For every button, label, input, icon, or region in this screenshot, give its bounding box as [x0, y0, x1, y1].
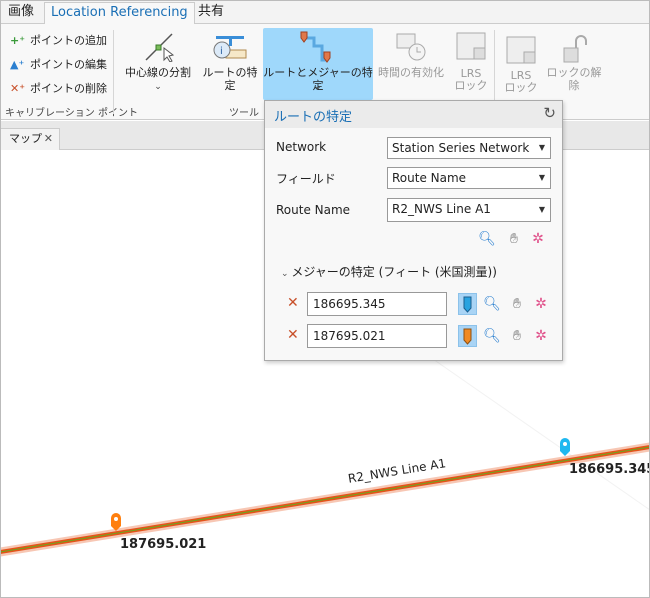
ribbon-tabs: 画像 Location Referencing 共有 [0, 0, 650, 24]
delete-point-button[interactable]: ✕⁺ ポイントの削除 [10, 80, 107, 98]
field-value: Route Name [392, 171, 467, 185]
flash-icon[interactable]: ✲ [529, 230, 547, 248]
enable-time-icon [396, 33, 426, 61]
identify-route-button[interactable]: i ルートの特定 [198, 28, 262, 98]
close-icon[interactable]: ✕ [44, 129, 53, 149]
identify-route-icon: i [213, 36, 247, 59]
svg-text:i: i [220, 46, 223, 57]
pick-measure-button[interactable] [458, 293, 477, 315]
blue-pin-icon [463, 296, 472, 313]
point-label-end: 187695.021 [120, 537, 207, 552]
pan-to-icon[interactable]: ✋︎ [508, 295, 526, 313]
network-label: Network [276, 140, 327, 154]
panel-header: ルートの特定 ↻ [265, 101, 562, 128]
pick-measure-button[interactable] [458, 325, 477, 347]
identify-route-measure-button[interactable]: ルートとメジャーの特定 ⌄ [263, 28, 373, 100]
delete-point-icon: ✕⁺ [10, 82, 26, 95]
route-name-label: Route Name [276, 203, 351, 217]
refresh-icon[interactable]: ↻ [543, 104, 556, 122]
enable-time-button[interactable]: 時間の有効化 [375, 28, 447, 98]
tab-image[interactable]: 画像 [2, 2, 40, 24]
background-line [419, 349, 650, 511]
route-measure-icon [300, 31, 331, 63]
dropdown-arrow-icon: ▼ [538, 205, 545, 214]
pan-to-icon[interactable]: ✋︎ [508, 327, 526, 345]
split-line-icon [145, 33, 175, 62]
tools-group-label: ツール [229, 108, 259, 119]
identify-route-label: ルートの特定 [202, 66, 258, 92]
panel-title: ルートの特定 [274, 110, 353, 125]
pan-to-icon[interactable]: ✋︎ [505, 230, 523, 248]
table-lock-icon [456, 32, 486, 60]
flash-icon[interactable]: ✲ [532, 295, 550, 313]
network-select[interactable]: Station Series Network ▼ [387, 137, 551, 159]
map-tab[interactable]: マップ ✕ [0, 128, 60, 150]
clear-measure-icon[interactable]: ✕ [287, 295, 299, 311]
route-centerline [0, 446, 650, 553]
orange-pin-icon [463, 328, 472, 345]
lrs-lock-button[interactable]: LRS ロック [450, 28, 492, 98]
to-measure-input[interactable]: 187695.021 [307, 324, 447, 348]
identify-route-panel: ルートの特定 ↻ Network Station Series Network ▼… [264, 100, 563, 361]
unlock-button[interactable]: ロックの解除 [542, 28, 606, 98]
lock-label: ロック [504, 81, 538, 94]
lock-label: ロック [454, 79, 488, 92]
edit-point-label: ポイントの編集 [30, 58, 107, 71]
measure-section-header[interactable]: ⌄ メジャーの特定 (フィート (米国測量)) [281, 263, 497, 280]
chevron-down-icon: ⌄ [314, 82, 322, 92]
unlock-icon [563, 35, 587, 63]
split-centerline-label: 中心線の分割 [125, 66, 191, 79]
flash-icon[interactable]: ✲ [532, 327, 550, 345]
network-value: Station Series Network [392, 141, 530, 155]
enable-time-label: 時間の有効化 [378, 66, 444, 79]
unlock-label: ロックの解除 [546, 66, 602, 92]
measure-section-title: メジャーの特定 (フィート (米国測量)) [291, 265, 497, 279]
point-label-start: 186695.345 [569, 462, 650, 477]
split-centerline-button[interactable]: 中心線の分割 ⌄ [120, 28, 196, 98]
field-label: フィールド [276, 172, 336, 186]
dropdown-arrow-icon: ▼ [538, 173, 545, 182]
edit-point-icon: ▲⁺ [10, 58, 25, 71]
tab-location-referencing[interactable]: Location Referencing [44, 2, 195, 24]
field-select[interactable]: Route Name ▼ [387, 167, 551, 189]
from-measure-input[interactable]: 186695.345 [307, 292, 447, 316]
add-point-icon: +⁺ [10, 34, 26, 47]
table-lock-icon [506, 36, 536, 64]
chevron-down-icon: ⌄ [154, 82, 162, 92]
dropdown-arrow-icon: ▼ [538, 143, 545, 152]
calibration-group-label: キャリブレーション ポイント [5, 108, 138, 119]
tab-share[interactable]: 共有 [192, 2, 230, 24]
zoom-to-icon[interactable]: 🔍︎ [478, 230, 496, 248]
route-name-combobox[interactable]: R2_NWS Line A1 ▼ [387, 198, 551, 222]
route-name-value: R2_NWS Line A1 [392, 202, 491, 216]
lrs-lock-2-button[interactable]: LRS ロック [500, 28, 542, 98]
delete-point-label: ポイントの削除 [30, 82, 107, 95]
zoom-to-icon[interactable]: 🔍︎ [483, 295, 501, 313]
chevron-down-icon: ⌄ [281, 269, 292, 279]
edit-point-button[interactable]: ▲⁺ ポイントの編集 [10, 56, 107, 74]
add-point-label: ポイントの追加 [30, 34, 107, 47]
add-point-button[interactable]: +⁺ ポイントの追加 [10, 32, 107, 50]
zoom-to-icon[interactable]: 🔍︎ [483, 327, 501, 345]
map-tab-label: マップ [9, 132, 42, 145]
divider [113, 30, 114, 114]
clear-measure-icon[interactable]: ✕ [287, 327, 299, 343]
